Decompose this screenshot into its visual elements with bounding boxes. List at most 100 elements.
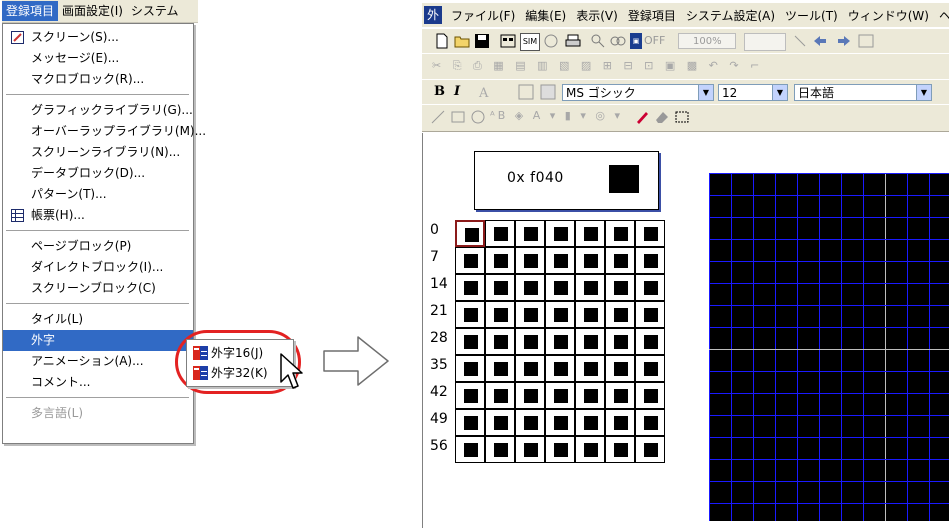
- character-cell[interactable]: [455, 436, 485, 463]
- character-cell[interactable]: [575, 220, 605, 247]
- character-cell[interactable]: [455, 301, 485, 328]
- character-cell[interactable]: [515, 220, 545, 247]
- character-cell[interactable]: [485, 355, 515, 382]
- character-cell[interactable]: [635, 220, 665, 247]
- line-tool-icon[interactable]: [430, 109, 446, 125]
- character-cell[interactable]: [455, 220, 485, 247]
- character-cell[interactable]: [575, 301, 605, 328]
- character-cell[interactable]: [635, 436, 665, 463]
- language-dropdown-icon[interactable]: ▼: [916, 84, 932, 101]
- character-cell[interactable]: [545, 274, 575, 301]
- grid-icon[interactable]: [858, 33, 874, 49]
- character-cell[interactable]: [635, 247, 665, 274]
- print-icon[interactable]: [565, 33, 581, 49]
- character-cell[interactable]: [455, 355, 485, 382]
- app-menu-item-2[interactable]: 表示(V): [571, 7, 623, 24]
- edit-tools-icons[interactable]: ✂ ⎘ ⎙ ▦ ▤ ▥ ▧ ▨ ⊞ ⊟ ⊡ ▣ ▩ ↶ ↷ ⌐: [432, 59, 759, 73]
- open-folder-icon[interactable]: [454, 33, 470, 49]
- character-cell[interactable]: [455, 247, 485, 274]
- screen-list-icon[interactable]: [500, 33, 516, 49]
- pick-icon[interactable]: [792, 33, 808, 49]
- menu-item[interactable]: スクリーンライブラリ(N)...: [3, 142, 193, 163]
- character-cell[interactable]: [485, 301, 515, 328]
- character-cell[interactable]: [545, 409, 575, 436]
- sim-button[interactable]: SIM: [520, 33, 540, 51]
- app-menu-item-3[interactable]: 登録項目: [623, 7, 681, 24]
- app-menu-item-4[interactable]: システム設定(A): [681, 7, 780, 24]
- menu-item[interactable]: ダイレクトブロック(I)...: [3, 257, 193, 278]
- eraser-icon[interactable]: [654, 109, 670, 125]
- character-cell[interactable]: [455, 409, 485, 436]
- character-cell[interactable]: [635, 328, 665, 355]
- italic-button[interactable]: I: [454, 84, 470, 100]
- character-cell[interactable]: [515, 301, 545, 328]
- transfer-icon[interactable]: [543, 33, 559, 49]
- character-cell[interactable]: [545, 382, 575, 409]
- character-cell[interactable]: [575, 328, 605, 355]
- character-cell[interactable]: [605, 355, 635, 382]
- app-menu-item-1[interactable]: 編集(E): [520, 7, 571, 24]
- circle-tool-icon[interactable]: [470, 109, 486, 125]
- character-cell[interactable]: [545, 247, 575, 274]
- font-name-select[interactable]: MS ゴシック: [562, 84, 712, 101]
- character-cell[interactable]: [605, 382, 635, 409]
- character-cell[interactable]: [545, 301, 575, 328]
- menu-item[interactable]: グラフィックライブラリ(G)...: [3, 100, 193, 121]
- bold-button[interactable]: B: [434, 84, 450, 100]
- character-cell[interactable]: [485, 247, 515, 274]
- character-cell[interactable]: [515, 247, 545, 274]
- character-cell[interactable]: [635, 382, 665, 409]
- menu-item[interactable]: アニメーション(A)...: [3, 351, 193, 372]
- zoom-select[interactable]: 100%: [678, 33, 736, 49]
- character-cell[interactable]: [575, 274, 605, 301]
- app-menu-item-7[interactable]: ヘ: [934, 7, 949, 24]
- menu-item[interactable]: マクロブロック(R)...: [3, 69, 193, 90]
- zoom-fit-icon[interactable]: [610, 33, 626, 49]
- character-cell[interactable]: [515, 328, 545, 355]
- menu-item[interactable]: メッセージ(E)...: [3, 48, 193, 69]
- character-cell[interactable]: [575, 382, 605, 409]
- menu-item[interactable]: 帳票(H)...: [3, 205, 193, 226]
- zoom-icon[interactable]: [590, 33, 606, 49]
- character-cell[interactable]: [455, 274, 485, 301]
- character-cell[interactable]: [605, 274, 635, 301]
- app-menu-item-5[interactable]: ツール(T): [780, 7, 843, 24]
- save-icon[interactable]: [474, 33, 490, 49]
- character-cell[interactable]: [485, 382, 515, 409]
- text-fill-icon[interactable]: [540, 84, 556, 100]
- font-color-icon[interactable]: A: [476, 84, 492, 100]
- character-cell[interactable]: [485, 409, 515, 436]
- menu-item[interactable]: パターン(T)...: [3, 184, 193, 205]
- character-cell[interactable]: [515, 382, 545, 409]
- menu-item[interactable]: コメント...: [3, 372, 193, 393]
- character-cell[interactable]: [515, 409, 545, 436]
- font-name-dropdown-icon[interactable]: ▼: [698, 84, 714, 101]
- character-cell[interactable]: [545, 220, 575, 247]
- menubar-item-2[interactable]: システム: [127, 1, 183, 21]
- submenu-item-gaiji16[interactable]: 外字16(J): [187, 343, 293, 363]
- character-cell[interactable]: [515, 274, 545, 301]
- new-file-icon[interactable]: [434, 33, 450, 49]
- character-cell[interactable]: [575, 355, 605, 382]
- layer-select[interactable]: [744, 33, 786, 51]
- dot-editor-grid[interactable]: [709, 173, 949, 521]
- character-cell[interactable]: [635, 274, 665, 301]
- menu-item[interactable]: 外字: [3, 330, 193, 351]
- menu-item[interactable]: データブロック(D)...: [3, 163, 193, 184]
- rect-tool-icon[interactable]: [450, 109, 466, 125]
- character-cell[interactable]: [605, 301, 635, 328]
- character-cell[interactable]: [575, 409, 605, 436]
- text-frame-icon[interactable]: [518, 84, 534, 100]
- menu-item[interactable]: オーバーラップライブラリ(M)...: [3, 121, 206, 142]
- character-cell[interactable]: [605, 247, 635, 274]
- character-cell[interactable]: [485, 328, 515, 355]
- character-cell[interactable]: [605, 220, 635, 247]
- character-cell[interactable]: [515, 355, 545, 382]
- menu-item[interactable]: スクリーンブロック(C): [3, 278, 193, 299]
- app-menu-item-6[interactable]: ウィンドウ(W): [843, 7, 934, 24]
- character-cell[interactable]: [545, 328, 575, 355]
- character-cell[interactable]: [575, 247, 605, 274]
- menu-item[interactable]: スクリーン(S)...: [3, 27, 193, 48]
- back-arrow-icon[interactable]: [812, 33, 828, 49]
- character-cell[interactable]: [485, 274, 515, 301]
